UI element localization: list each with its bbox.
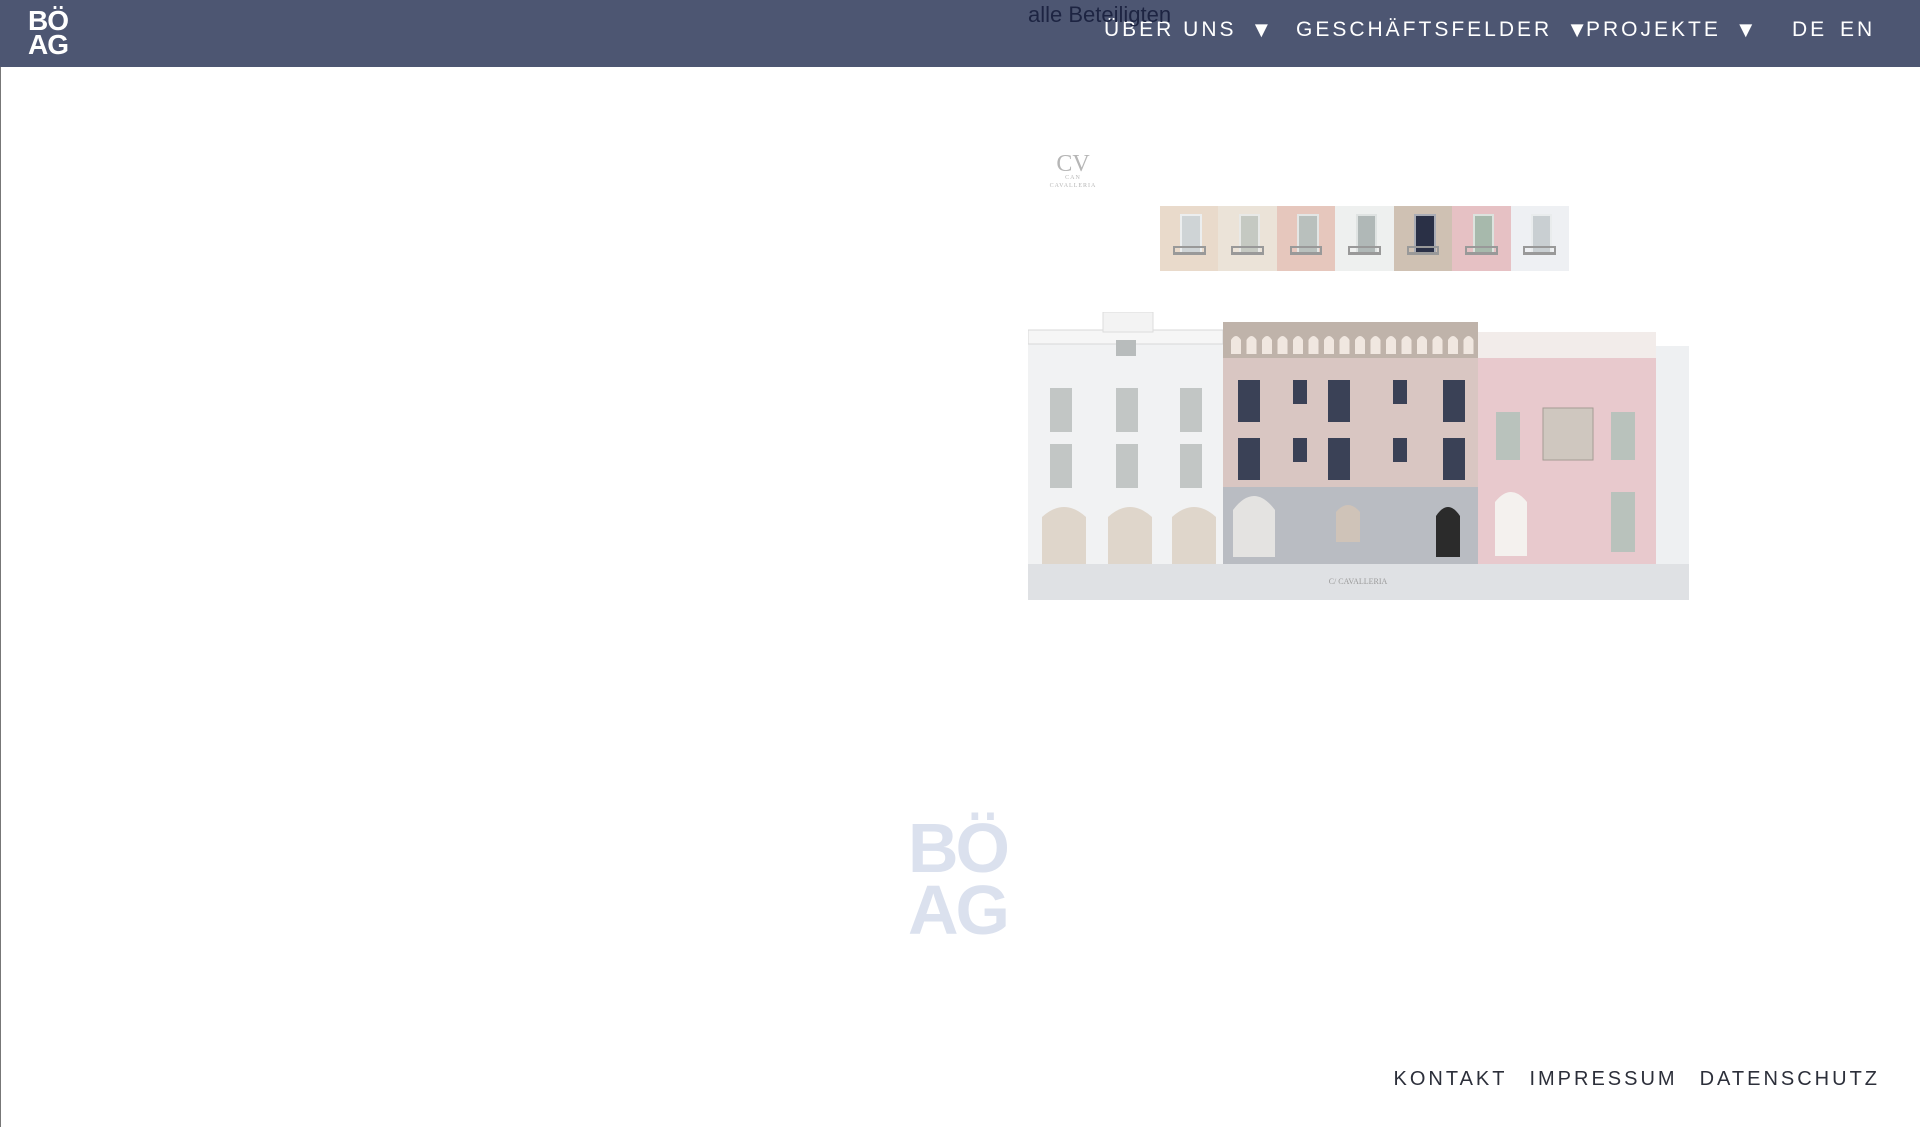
footer-link-label: DATENSCHUTZ (1699, 1068, 1880, 1090)
footer-link-label: KONTAKT (1393, 1068, 1508, 1090)
monogram-subtitle: CAN CAVALLERIA (1049, 175, 1097, 189)
top-navigation-bar: BÖ AG ÜBER UNS ▼ GESCHÄFTSFELDER ▼ PROJE… (0, 0, 1920, 67)
facade-caption: C/ CAVALLERIA (1329, 577, 1388, 586)
footer-link-impressum[interactable]: IMPRESSUM (1529, 1068, 1677, 1091)
nav-label-geschaeftsfelder: GESCHÄFTSFELDER (1296, 18, 1553, 41)
window-color-swatches (1160, 206, 1569, 271)
balcony-rail-icon (1464, 246, 1498, 256)
footer-link-datenschutz[interactable]: DATENSCHUTZ (1700, 1068, 1880, 1091)
building-facade-image: C/ CAVALLERIA (1028, 312, 1689, 600)
window-swatch (1393, 206, 1453, 271)
balcony-rail-icon (1523, 246, 1557, 256)
watermark-line-2: AG (908, 871, 1010, 949)
nav-item-projekte[interactable]: PROJEKTE ▼ (1586, 18, 1760, 42)
watermark-logo: BÖ AG (908, 813, 1028, 949)
balcony-rail-icon (1348, 246, 1381, 256)
nav-item-geschaeftsfelder[interactable]: GESCHÄFTSFELDER ▼ (1296, 18, 1591, 42)
window-swatch (1160, 206, 1219, 271)
floating-caption: alle Beteiligten (1028, 2, 1172, 27)
dropdown-arrow-icon: ▼ (1250, 17, 1276, 42)
balcony-rail-icon (1172, 246, 1206, 256)
balcony-rail-icon (1231, 246, 1264, 256)
language-en[interactable]: EN (1840, 18, 1875, 42)
dropdown-arrow-icon: ▼ (1734, 17, 1760, 42)
balcony-rail-icon (1406, 246, 1440, 256)
project-monogram-logo: CV CAN CAVALLERIA (1045, 152, 1101, 190)
window-swatch (1452, 206, 1511, 271)
window-swatch (1510, 206, 1569, 271)
main-menu: ÜBER UNS ▼ GESCHÄFTSFELDER ▼ PROJEKTE ▼ … (0, 0, 1920, 67)
footer-link-label: IMPRESSUM (1529, 1068, 1678, 1090)
footer-link-kontakt[interactable]: KONTAKT (1394, 1068, 1508, 1091)
footer-links: KONTAKT IMPRESSUM DATENSCHUTZ (1394, 1068, 1881, 1091)
window-swatch (1276, 206, 1336, 271)
language-de[interactable]: DE (1792, 18, 1827, 42)
nav-label-projekte: PROJEKTE (1586, 18, 1721, 41)
window-swatch (1218, 206, 1277, 271)
balcony-rail-icon (1289, 246, 1323, 256)
window-swatch (1335, 206, 1394, 271)
